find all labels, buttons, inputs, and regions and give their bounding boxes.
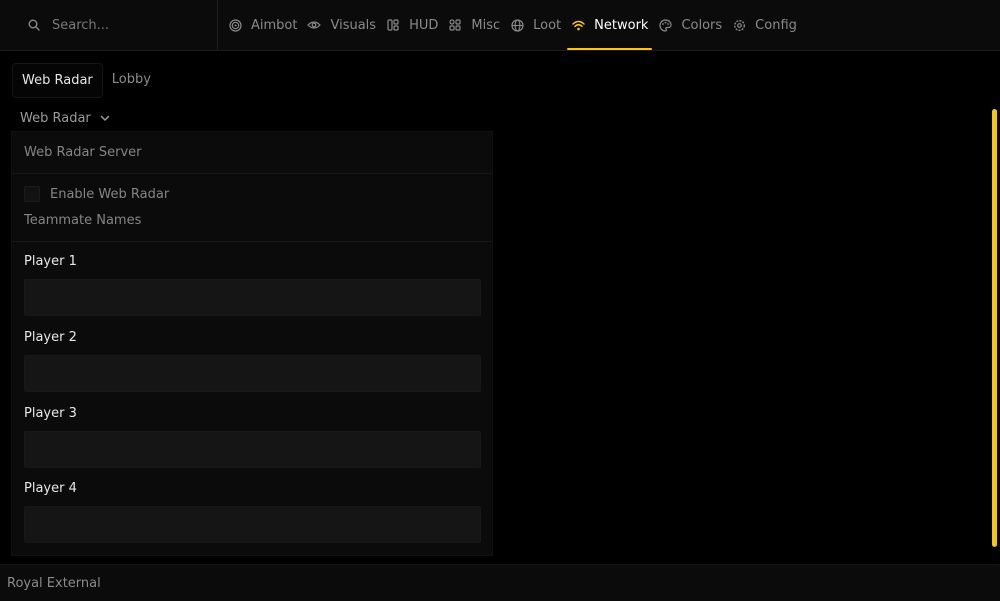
panel-title: Web Radar Server [24, 145, 142, 160]
player-1-label: Player 1 [24, 254, 77, 269]
wifi-icon [571, 18, 585, 32]
player-2-label: Player 2 [24, 330, 77, 345]
player-2-input[interactable] [24, 355, 481, 392]
tab-label: Loot [533, 17, 562, 33]
tab-label: Aimbot [251, 17, 298, 33]
section-tabs: Web Radar Lobby [12, 63, 160, 98]
search-input[interactable] [50, 16, 204, 34]
target-icon [228, 18, 242, 32]
player-3-label: Player 3 [24, 406, 77, 421]
gear-icon [732, 18, 746, 32]
tab-colors[interactable]: Colors [653, 0, 727, 50]
tab-web-radar[interactable]: Web Radar [12, 63, 103, 98]
tab-lobby[interactable]: Lobby [103, 63, 160, 96]
tab-misc[interactable]: Misc [443, 0, 505, 50]
main-tabs: Aimbot Visuals HUD Misc Loot Network Col… [223, 0, 802, 50]
divider [12, 241, 492, 242]
tab-label: Misc [471, 17, 501, 33]
tab-visuals[interactable]: Visuals [302, 0, 381, 50]
tab-label: Colors [681, 17, 723, 33]
tab-label: Config [755, 17, 797, 33]
tab-label: Visuals [330, 17, 377, 33]
globe-icon [510, 18, 524, 32]
player-4-input[interactable] [24, 506, 481, 543]
top-navigation-bar: Aimbot Visuals HUD Misc Loot [0, 0, 1000, 51]
web-radar-dropdown[interactable]: Web Radar [20, 108, 110, 128]
palette-icon [658, 18, 672, 32]
tab-network[interactable]: Network [566, 0, 653, 50]
enable-web-radar-checkbox[interactable] [24, 186, 40, 202]
footer-bar: Royal External [0, 564, 1000, 601]
chevron-down-icon [100, 115, 110, 122]
enable-web-radar-label: Enable Web Radar [50, 186, 170, 202]
panel-header: Web Radar Server [12, 132, 492, 174]
hud-icon [386, 18, 400, 32]
tab-label: HUD [409, 17, 439, 33]
player-3-input[interactable] [24, 431, 481, 468]
search-box [0, 0, 218, 50]
teammate-names-heading: Teammate Names [24, 213, 142, 228]
web-radar-panel: Web Radar Server Enable Web Radar Teamma… [11, 131, 493, 556]
search-icon [27, 18, 41, 32]
tab-label: Network [594, 17, 649, 33]
enable-web-radar-toggle[interactable]: Enable Web Radar [24, 184, 169, 204]
app-title: Royal External [7, 575, 101, 591]
tab-config[interactable]: Config [727, 0, 802, 50]
scrollbar[interactable] [992, 109, 997, 547]
player-4-label: Player 4 [24, 481, 77, 496]
eye-icon [307, 18, 322, 32]
tab-loot[interactable]: Loot [505, 0, 566, 50]
player-1-input[interactable] [24, 279, 481, 316]
tab-hud[interactable]: HUD [381, 0, 443, 50]
grid-icon [448, 18, 462, 32]
tab-aimbot[interactable]: Aimbot [223, 0, 302, 50]
dropdown-label: Web Radar [20, 110, 91, 126]
